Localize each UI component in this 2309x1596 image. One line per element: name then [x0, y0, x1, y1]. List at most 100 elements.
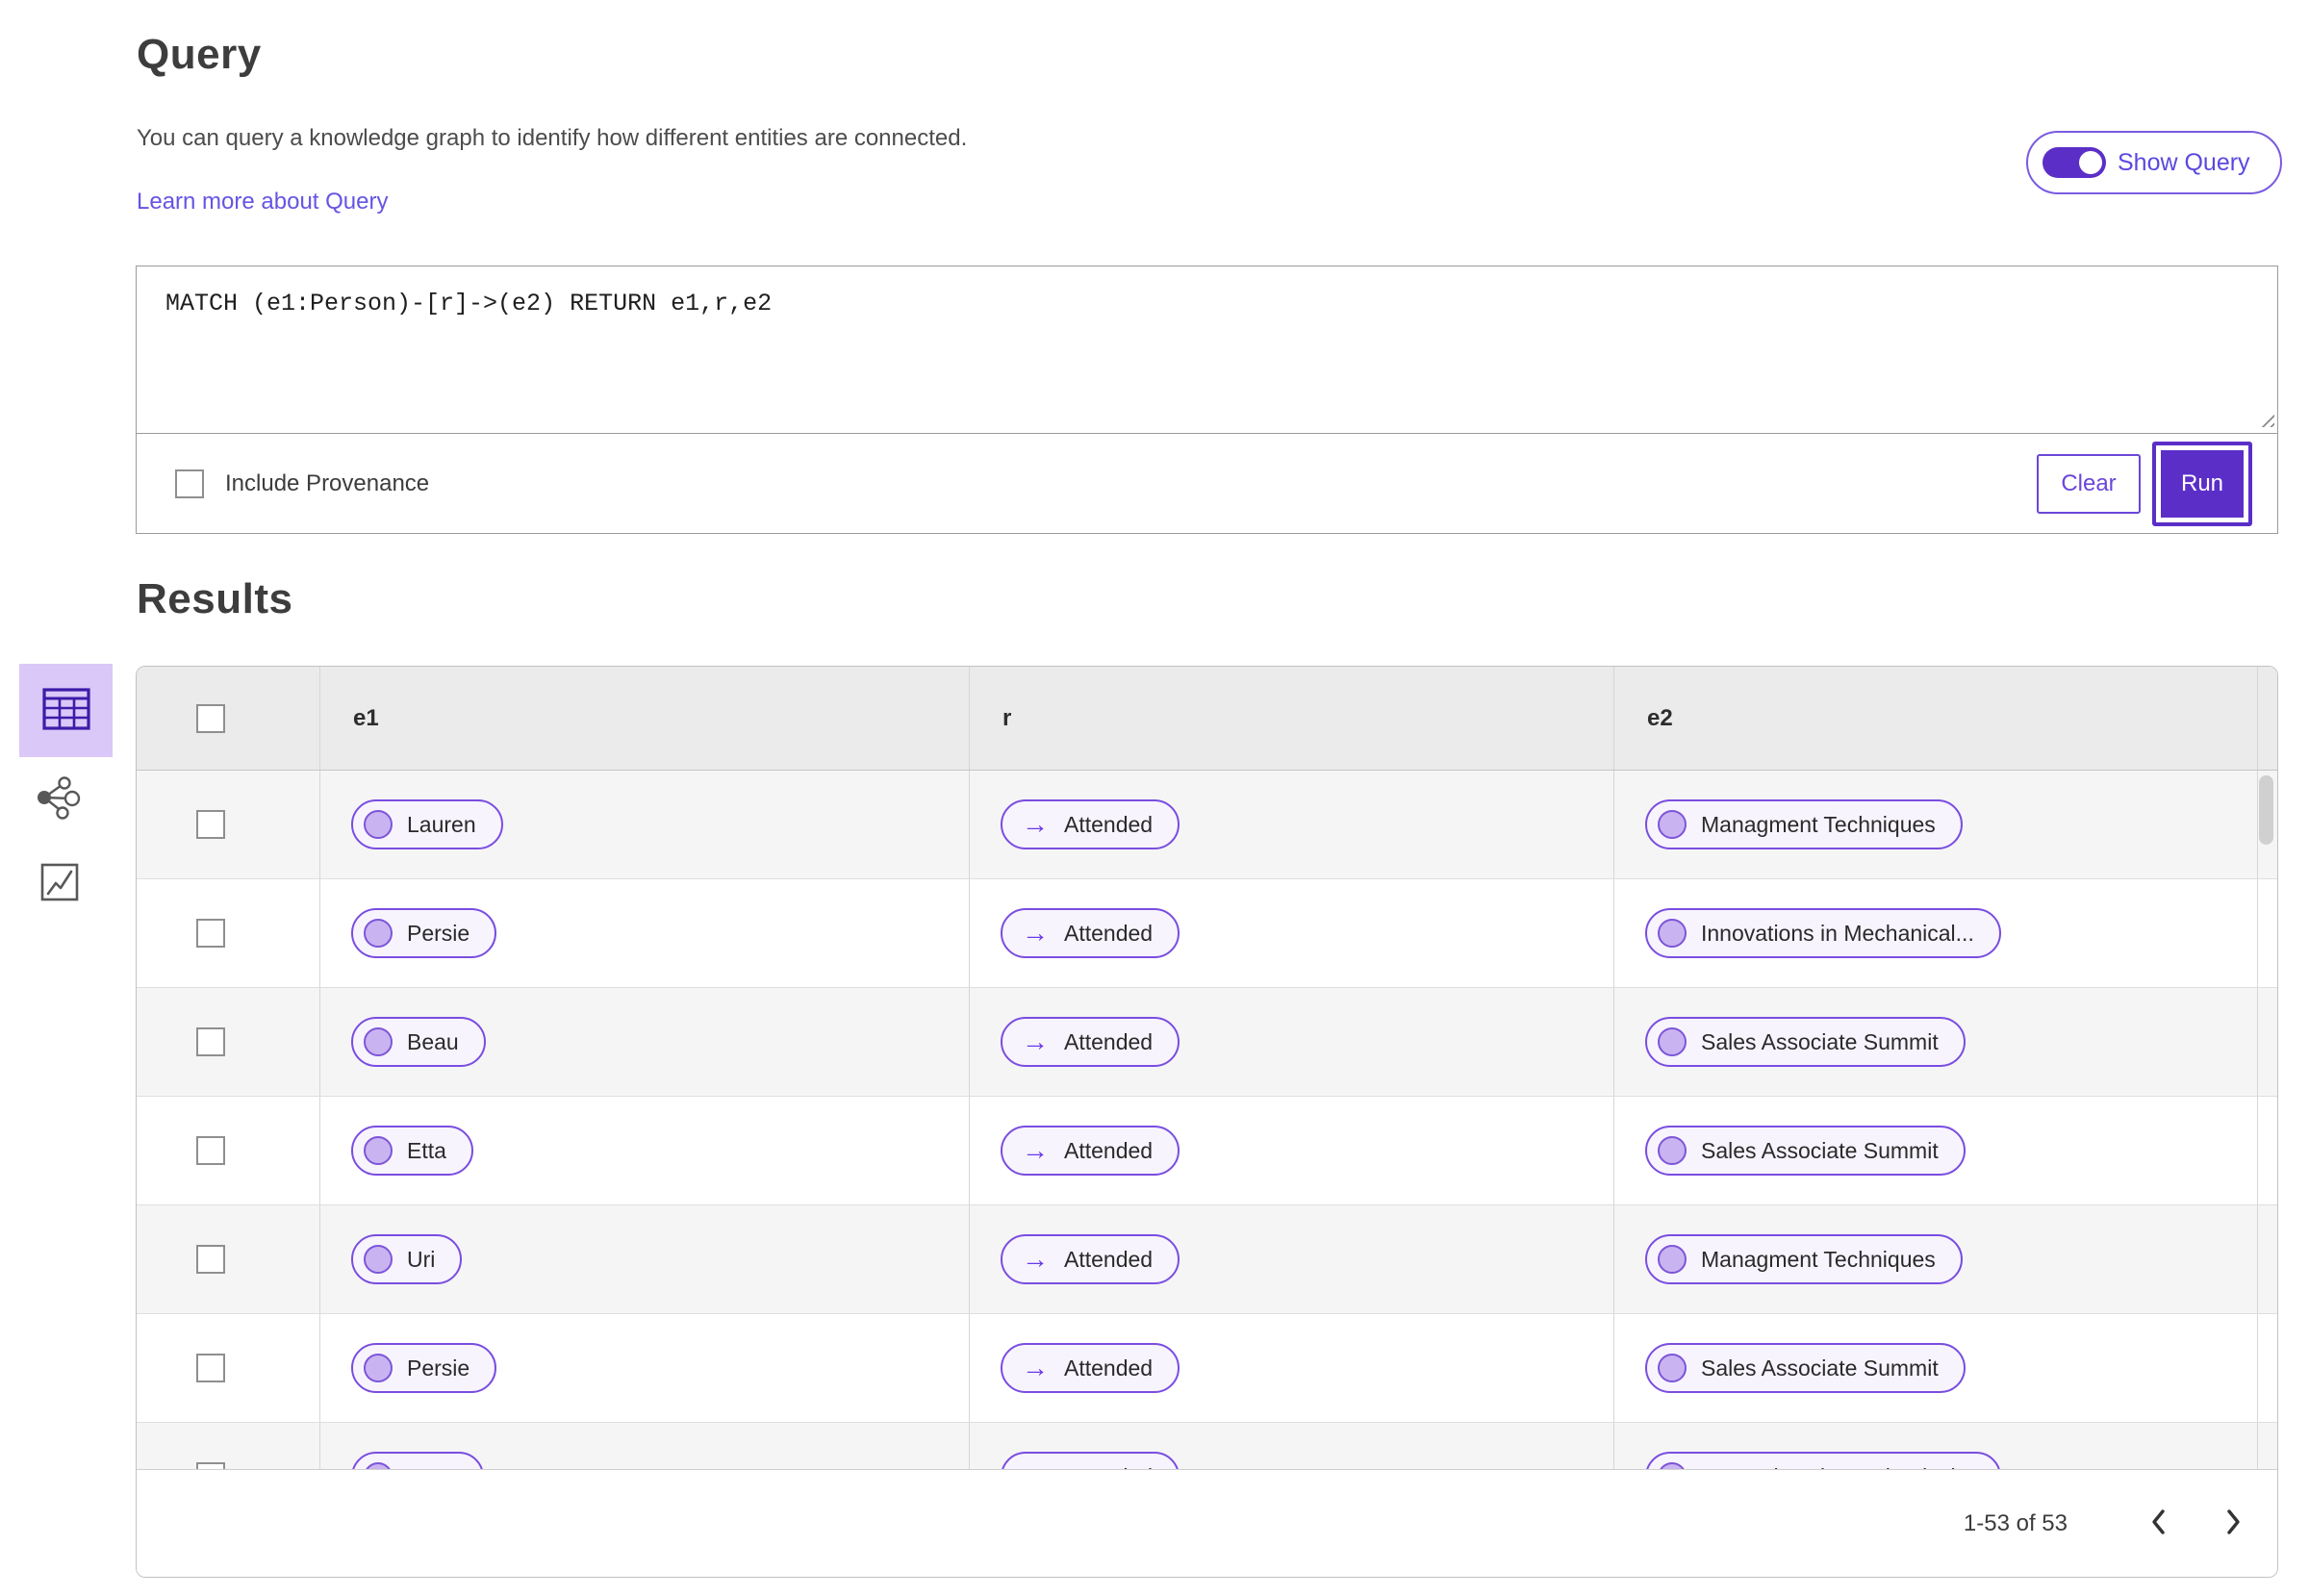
table-view-button[interactable] [19, 664, 113, 757]
query-description: You can query a knowledge graph to ident… [137, 125, 968, 151]
row-cell-e1: Persie [319, 879, 969, 987]
column-header-r: r [1002, 704, 1012, 731]
row-cell-r: → Attended [969, 771, 1613, 878]
row-select-cell [137, 1314, 319, 1422]
row-checkbox[interactable] [196, 1354, 225, 1382]
run-button[interactable]: Run [2161, 449, 2244, 518]
entity-pill-e2[interactable]: Sales Associate Summit [1645, 1343, 1966, 1393]
row-cell-e2: Managment Techniques [1613, 1205, 2257, 1313]
entity-label-e2: Innovations in Mechanical... [1701, 920, 1974, 946]
entity-pill-e2[interactable]: Sales Associate Summit [1645, 1126, 1966, 1176]
relation-pill[interactable]: → Attended [1001, 1234, 1180, 1284]
entity-node-icon [1658, 1136, 1687, 1165]
row-scrollbar-gutter [2257, 1314, 2277, 1422]
entity-node-icon [364, 810, 393, 839]
row-cell-e2: Managment Techniques [1613, 771, 2257, 878]
row-select-cell [137, 771, 319, 878]
entity-pill-e1[interactable]: Beau [351, 1017, 486, 1067]
next-page-button[interactable] [2204, 1495, 2262, 1553]
relation-arrow-icon: → [1022, 809, 1049, 839]
include-provenance-checkbox[interactable] [175, 469, 204, 498]
row-cell-r: → Attended [969, 1314, 1613, 1422]
show-query-toggle[interactable]: Show Query [2026, 131, 2282, 194]
relation-pill[interactable]: → Attended [1001, 1126, 1180, 1176]
header-cell-e2: e2 [1613, 667, 2257, 770]
learn-more-link[interactable]: Learn more about Query [137, 189, 388, 215]
query-editor-footer: Include Provenance Clear Run [136, 434, 2278, 534]
entity-pill-e1[interactable]: Lauren [351, 799, 503, 849]
relation-label: Attended [1064, 1137, 1154, 1163]
row-select-cell [137, 879, 319, 987]
relation-label: Attended [1064, 811, 1154, 837]
relation-label: Attended [1064, 1246, 1154, 1272]
entity-pill-e1[interactable]: Uri [351, 1234, 463, 1284]
relation-pill[interactable]: → Attended [1001, 1343, 1180, 1393]
row-checkbox[interactable] [196, 1027, 225, 1056]
previous-page-button[interactable] [2130, 1495, 2188, 1553]
row-checkbox[interactable] [196, 810, 225, 839]
relation-arrow-icon: → [1022, 1135, 1049, 1165]
entity-pill-e1[interactable]: Persie [351, 1343, 497, 1393]
row-select-cell [137, 1097, 319, 1204]
entity-label-e2: Sales Associate Summit [1701, 1137, 1939, 1163]
show-query-label: Show Query [2118, 148, 2250, 176]
row-cell-e2: Innovations in Mechanical... [1613, 879, 2257, 987]
relation-label: Attended [1064, 1355, 1154, 1381]
chart-icon [40, 863, 79, 904]
query-editor-input[interactable]: MATCH (e1:Person)-[r]->(e2) RETURN e1,r,… [136, 266, 2278, 434]
network-view-button[interactable] [33, 773, 83, 823]
entity-label-e1: Etta [407, 1137, 446, 1163]
entity-pill-e2[interactable]: Sales Associate Summit [1645, 1017, 1966, 1067]
relation-pill[interactable]: → Attended [1001, 799, 1180, 849]
row-cell-e1: Etta [319, 1097, 969, 1204]
row-cell-e2: Sales Associate Summit [1613, 988, 2257, 1096]
chart-view-button[interactable] [38, 862, 81, 904]
row-cell-e1: Beau [319, 988, 969, 1096]
table-row: Uri → Attended Managment Techniques [137, 1205, 2277, 1314]
entity-label-e1: Lauren [407, 811, 476, 837]
row-cell-e1: Uri [319, 1205, 969, 1313]
row-checkbox[interactable] [196, 1136, 225, 1165]
include-provenance-label: Include Provenance [225, 469, 430, 496]
entity-label-e1: Beau [407, 1028, 459, 1054]
relation-pill[interactable]: → Attended [1001, 908, 1180, 958]
relation-arrow-icon: → [1022, 1244, 1049, 1274]
chevron-left-icon [2149, 1507, 2169, 1540]
run-button-focus-ring: Run [2152, 441, 2252, 526]
row-select-cell [137, 1205, 319, 1313]
entity-pill-e1[interactable]: Persie [351, 908, 497, 958]
query-editor-panel: MATCH (e1:Person)-[r]->(e2) RETURN e1,r,… [136, 266, 2278, 534]
select-all-checkbox[interactable] [196, 703, 225, 733]
entity-node-icon [364, 1136, 393, 1165]
row-checkbox[interactable] [196, 919, 225, 948]
relation-label: Attended [1064, 1028, 1154, 1054]
relation-pill[interactable]: → Attended [1001, 1017, 1180, 1067]
row-cell-r: → Attended [969, 988, 1613, 1096]
row-scrollbar-gutter [2257, 988, 2277, 1096]
table-row: Lauren → Attended Managment Techniques [137, 771, 2277, 879]
chevron-right-icon [2223, 1507, 2243, 1540]
relation-label: Attended [1064, 920, 1154, 946]
entity-pill-e2[interactable]: Managment Techniques [1645, 1234, 1963, 1284]
pagination-range-label: 1-53 of 53 [1963, 1509, 2068, 1536]
table-row: Persie → Attended Innovations in Mechani… [137, 879, 2277, 988]
table-body: Lauren → Attended Managment Techniques P… [137, 771, 2277, 1532]
entity-node-icon [1658, 1354, 1687, 1382]
clear-button[interactable]: Clear [2037, 453, 2141, 514]
entity-pill-e2[interactable]: Managment Techniques [1645, 799, 1963, 849]
pagination-bar: 1-53 of 53 [137, 1469, 2277, 1577]
header-cell-r: r [969, 667, 1613, 770]
row-cell-e2: Sales Associate Summit [1613, 1097, 2257, 1204]
row-checkbox[interactable] [196, 1245, 225, 1274]
table-header-row: e1 r e2 [137, 667, 2277, 771]
entity-pill-e2[interactable]: Innovations in Mechanical... [1645, 908, 2001, 958]
row-cell-e1: Persie [319, 1314, 969, 1422]
entity-node-icon [1658, 810, 1687, 839]
entity-node-icon [1658, 1245, 1687, 1274]
row-scrollbar-gutter [2257, 879, 2277, 987]
entity-label-e1: Persie [407, 920, 470, 946]
header-select-cell [137, 667, 319, 770]
entity-pill-e1[interactable]: Etta [351, 1126, 473, 1176]
table-scrollbar-thumb[interactable] [2259, 775, 2273, 845]
column-header-e1: e1 [353, 704, 379, 731]
